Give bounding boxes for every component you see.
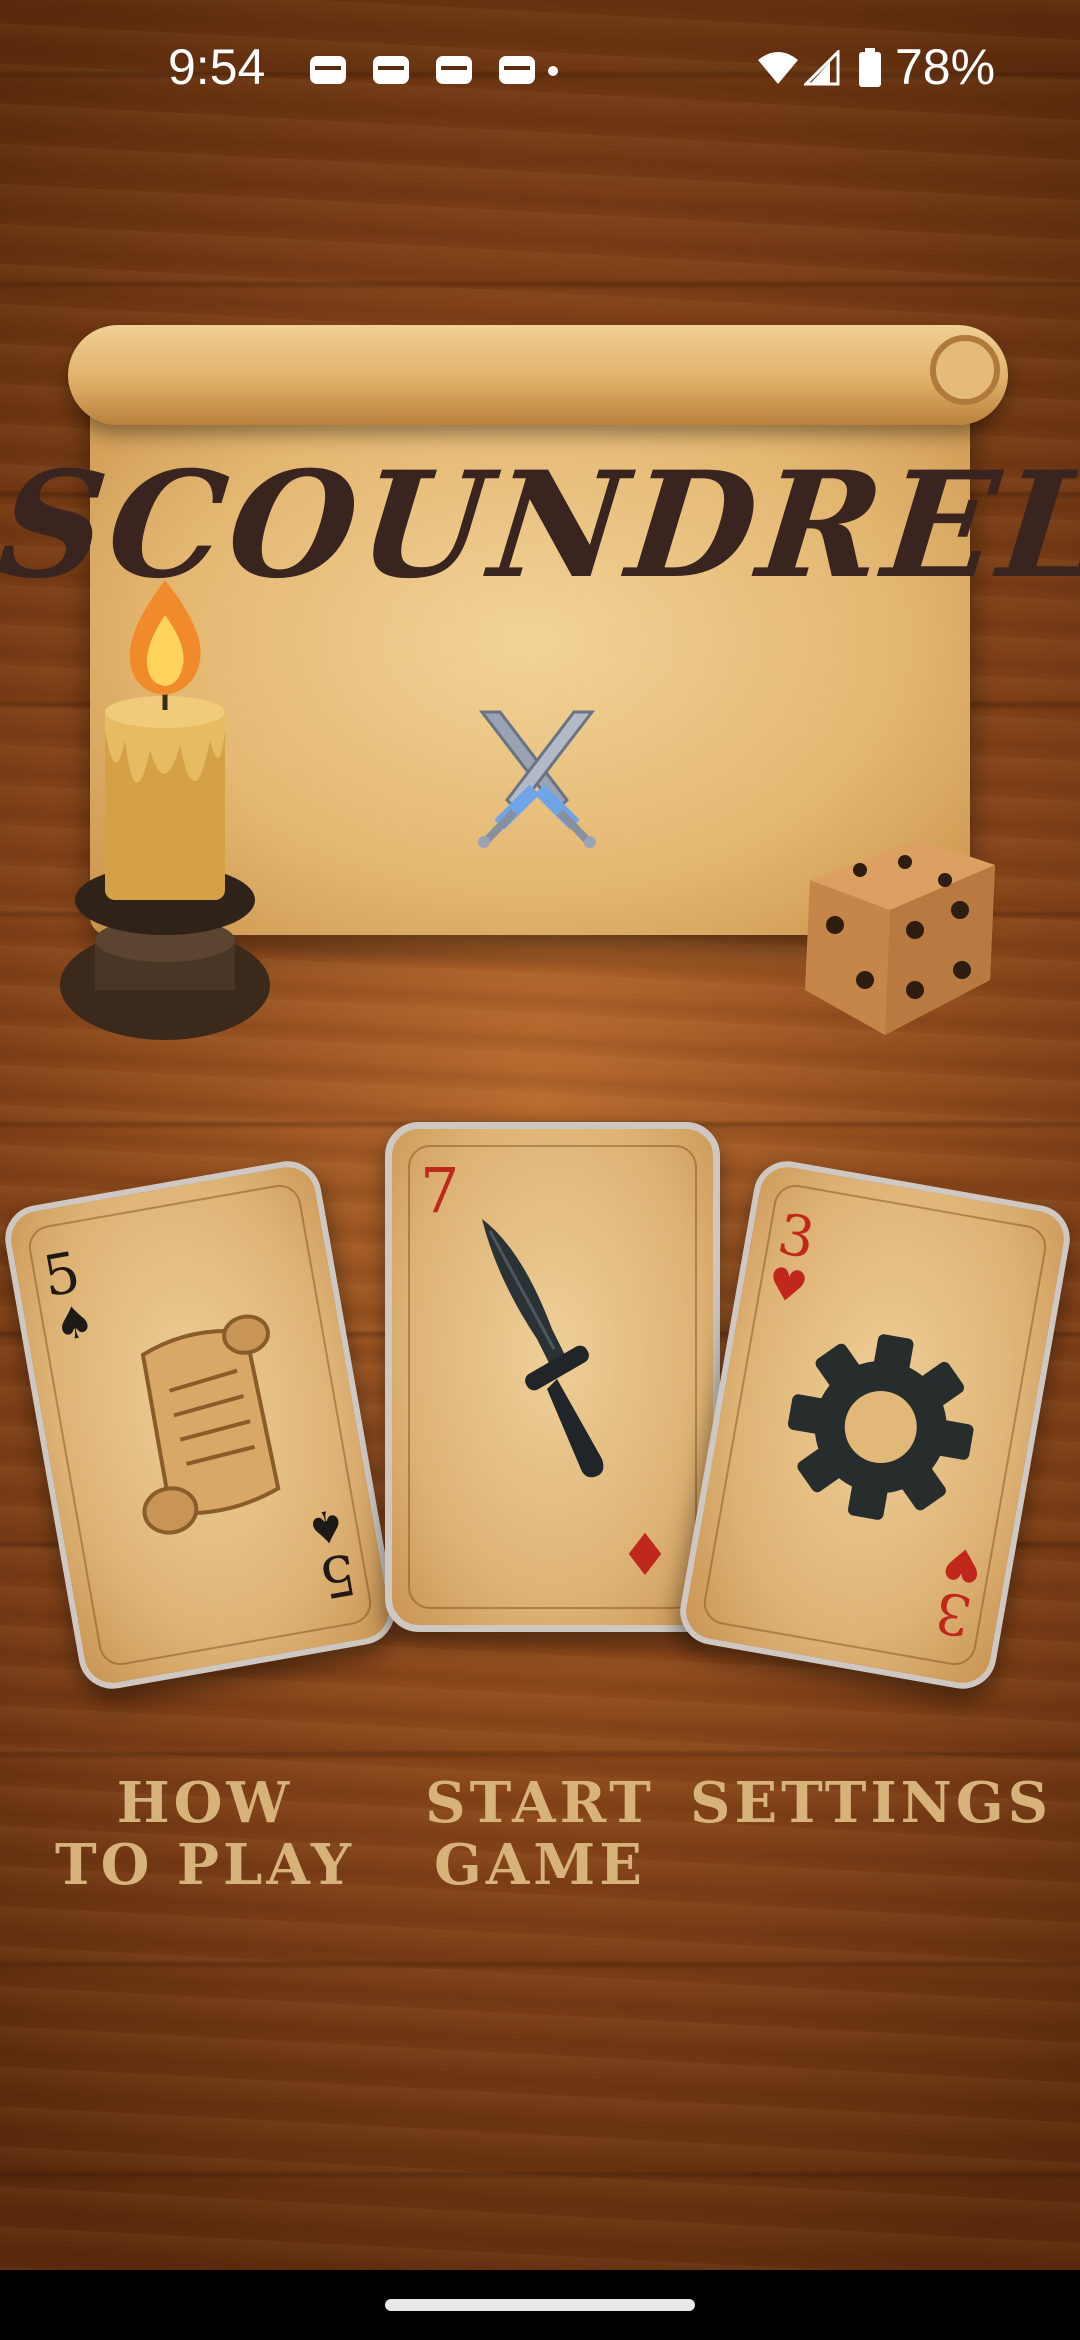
how-to-play-label-line2: TO PLAY	[54, 1832, 356, 1898]
app-notification-icon	[373, 56, 409, 84]
start-game-button[interactable]: START GAME	[390, 1772, 690, 1896]
spade-icon: ♠	[50, 1295, 99, 1353]
heart-icon: ♥	[938, 1535, 987, 1593]
start-game-label-line1: START	[425, 1770, 655, 1836]
battery-icon	[859, 48, 881, 87]
candle-icon	[60, 580, 270, 1040]
gear-icon	[787, 1334, 974, 1520]
dagger-icon	[482, 1219, 604, 1478]
battery-percentage: 78%	[895, 39, 996, 95]
app-notification-icon	[310, 56, 346, 84]
more-notifications-dot	[548, 66, 558, 76]
start-game-label-line2: GAME	[434, 1832, 646, 1898]
cellular-signal-icon	[804, 50, 840, 86]
home-gesture-handle[interactable]	[385, 2299, 695, 2311]
heart-icon: ♥	[763, 1257, 812, 1315]
settings-button[interactable]: SETTINGS	[690, 1772, 1050, 1834]
status-bar: 9:54 78%	[0, 0, 1080, 140]
diamond-icon: ♦	[619, 1521, 671, 1589]
how-to-play-label-line1: HOW	[116, 1770, 294, 1836]
scroll-icon	[140, 1314, 281, 1535]
wifi-icon	[758, 52, 798, 84]
crossed-swords-icon	[478, 710, 596, 848]
start-game-card[interactable]: 7 ♦	[385, 1122, 720, 1632]
app-notification-icon	[499, 56, 535, 84]
settings-label: SETTINGS	[690, 1770, 1053, 1836]
scroll-curl	[930, 335, 1000, 405]
dice-icon	[805, 840, 995, 1035]
card-rank: 7	[420, 1154, 460, 1227]
status-time: 9:54	[168, 39, 266, 95]
scroll-top-roll	[68, 325, 1008, 425]
app-notification-icon	[436, 56, 472, 84]
how-to-play-button[interactable]: HOW TO PLAY	[40, 1772, 370, 1896]
